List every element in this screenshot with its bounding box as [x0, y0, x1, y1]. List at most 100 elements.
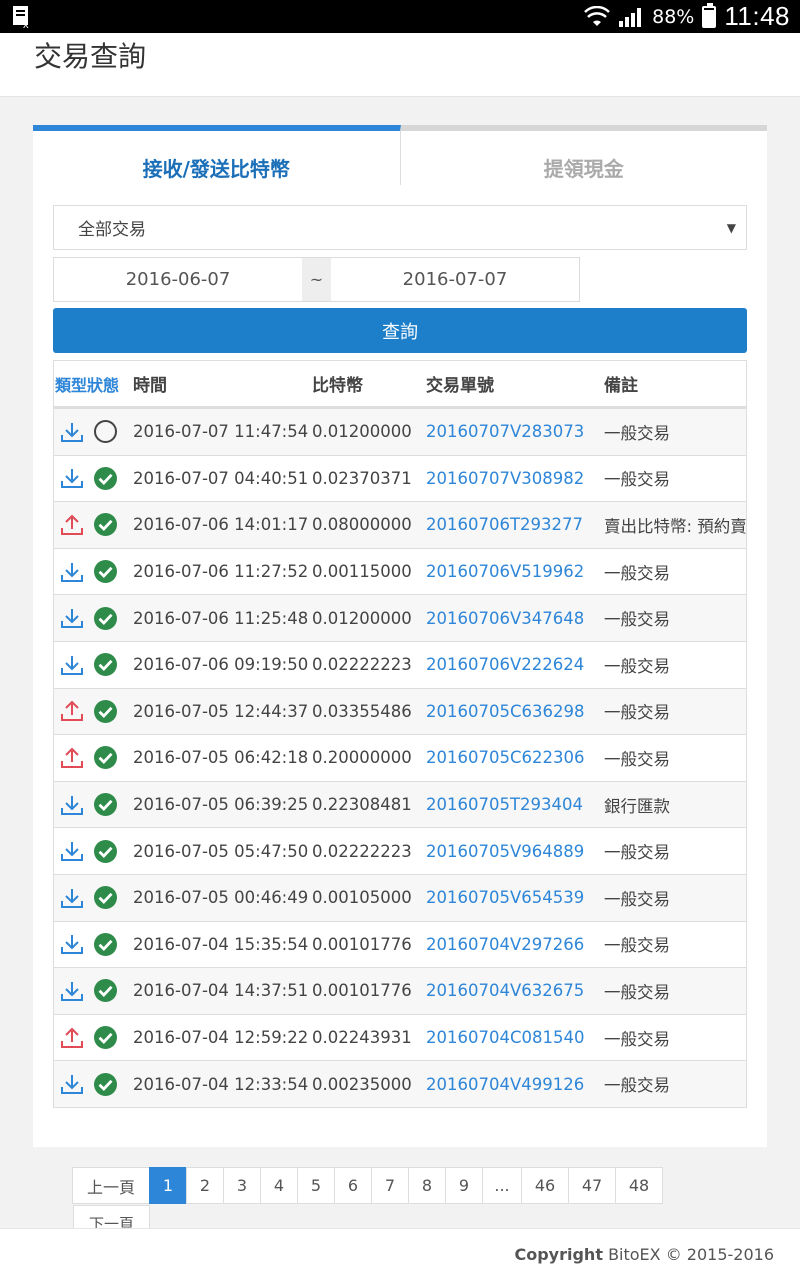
table-row[interactable]: 2016-07-04 14:37:51 0.00101776 20160704V63…: [54, 967, 746, 1014]
transaction-panel: 接收/發送比特幣 提領現金 全部交易 ▼ 2016-06-07 ~ 2016-0…: [33, 125, 767, 1147]
table-row[interactable]: 2016-07-06 09:19:50 0.02222223 20160706V22…: [54, 640, 746, 688]
page-button-8[interactable]: 8: [408, 1167, 446, 1204]
order-number-link[interactable]: 20160705C622306: [426, 748, 604, 767]
table-row[interactable]: 2016-07-05 00:46:49 0.00105000 20160705V65…: [54, 873, 746, 921]
page-title: 交易查詢: [34, 40, 147, 73]
footer: Copyright BitoEX © 2015-2016: [0, 1228, 800, 1280]
transaction-type-select[interactable]: 全部交易 ▼: [53, 205, 747, 250]
note-cell: 一般交易: [604, 749, 670, 769]
time-cell: 2016-07-07 04:40:51: [133, 468, 309, 488]
table-row[interactable]: 2016-07-05 05:47:50 0.02222223 20160705V96…: [54, 827, 746, 874]
table-row[interactable]: 2016-07-06 11:27:52 0.00115000 20160706V51…: [54, 547, 746, 595]
type-status-cell: [54, 652, 132, 677]
bitcoin-amount-cell: 0.01200000: [312, 422, 412, 442]
note-cell: 銀行匯款: [604, 796, 670, 816]
battery-icon: [702, 2, 717, 28]
order-number-link[interactable]: 20160704V297266: [426, 935, 604, 954]
col-order-number: 交易單號: [426, 376, 494, 396]
wifi-icon: [584, 5, 611, 26]
table-row[interactable]: 2016-07-07 11:47:54 0.01200000 20160707V28…: [54, 408, 746, 455]
page-button-2[interactable]: 2: [186, 1167, 224, 1204]
bitcoin-amount-cell: 0.00115000: [312, 562, 412, 582]
time-cell: 2016-07-05 05:47:50: [133, 841, 309, 861]
check-circle-icon: [94, 932, 117, 956]
page-button-48[interactable]: 48: [615, 1167, 663, 1204]
check-circle-icon: [94, 560, 117, 584]
order-number-link[interactable]: 20160705V654539: [426, 888, 604, 907]
order-number-link[interactable]: 20160704V499126: [426, 1075, 604, 1094]
page-button-5[interactable]: 5: [297, 1167, 335, 1204]
prev-page-button[interactable]: 上一頁: [72, 1167, 150, 1204]
table-row[interactable]: 2016-07-06 14:01:17 0.08000000 20160706T29…: [54, 501, 746, 548]
page-header: 交易查詢: [0, 33, 800, 97]
table-row[interactable]: 2016-07-04 12:59:22 0.02243931 20160704C08…: [54, 1013, 746, 1061]
table-row[interactable]: 2016-07-04 12:33:54 0.00235000 20160704V49…: [54, 1060, 746, 1107]
time-cell: 2016-07-04 15:35:54: [133, 934, 309, 954]
page-button-1[interactable]: 1: [149, 1167, 187, 1204]
download-icon: [61, 981, 83, 1001]
bitcoin-amount-cell: 0.03355486: [312, 701, 412, 721]
page-button-4[interactable]: 4: [260, 1167, 298, 1204]
order-number-link[interactable]: 20160705V964889: [426, 842, 604, 861]
bitcoin-amount-cell: 0.00101776: [312, 981, 412, 1001]
bitcoin-amount-cell: 0.01200000: [312, 608, 412, 628]
table-row[interactable]: 2016-07-05 06:39:25 0.22308481 20160705T29…: [54, 780, 746, 828]
signal-icon: [619, 7, 642, 27]
bitcoin-amount-cell: 0.20000000: [312, 748, 412, 768]
type-status-cell: [54, 1025, 132, 1050]
type-status-cell: [54, 559, 132, 584]
tab-cash-withdrawal[interactable]: 提領現金: [400, 125, 767, 185]
time-cell: 2016-07-06 11:25:48: [133, 608, 309, 628]
tab-bitcoin-transfer[interactable]: 接收/發送比特幣: [33, 125, 401, 185]
date-to-input[interactable]: 2016-07-07: [330, 258, 580, 301]
order-number-link[interactable]: 20160706V222624: [426, 655, 604, 674]
order-number-link[interactable]: 20160706V347648: [426, 609, 604, 628]
col-time: 時間: [133, 376, 167, 396]
table-header: 類型狀態 時間 比特幣 交易單號 備註: [54, 361, 746, 408]
check-circle-icon: [94, 653, 117, 677]
note-cell: 一般交易: [604, 1029, 670, 1049]
order-number-link[interactable]: 20160706V519962: [426, 562, 604, 581]
upload-icon: [61, 700, 83, 722]
page-button-9[interactable]: 9: [445, 1167, 483, 1204]
type-status-cell: [54, 466, 132, 491]
type-status-cell: [54, 885, 132, 910]
page-button-46[interactable]: 46: [521, 1167, 569, 1204]
table-row[interactable]: 2016-07-05 06:42:18 0.20000000 20160705C62…: [54, 734, 746, 781]
table-row[interactable]: 2016-07-05 12:44:37 0.03355486 20160705C63…: [54, 687, 746, 735]
order-number-link[interactable]: 20160707V283073: [426, 422, 604, 441]
download-icon: [61, 562, 83, 582]
page-button-6[interactable]: 6: [334, 1167, 372, 1204]
query-button[interactable]: 查詢: [53, 308, 747, 353]
transaction-type-value: 全部交易: [78, 220, 146, 240]
note-cell: 一般交易: [604, 843, 670, 863]
order-number-link[interactable]: 20160705T293404: [426, 795, 604, 814]
note-cell: 一般交易: [604, 563, 670, 583]
order-number-link[interactable]: 20160707V308982: [426, 469, 604, 488]
bitcoin-amount-cell: 0.08000000: [312, 515, 412, 535]
download-icon: [61, 609, 83, 629]
note-cell: 賣出比特幣: 預約賣: [604, 516, 746, 536]
page-button-3[interactable]: 3: [223, 1167, 261, 1204]
type-status-cell: [54, 839, 132, 864]
order-number-link[interactable]: 20160705C636298: [426, 702, 604, 721]
col-type-status[interactable]: 類型狀態: [54, 372, 132, 396]
table-row[interactable]: 2016-07-07 04:40:51 0.02370371 20160707V30…: [54, 454, 746, 502]
table-row[interactable]: 2016-07-04 15:35:54 0.00101776 20160704V29…: [54, 920, 746, 968]
order-number-link[interactable]: 20160706T293277: [426, 515, 604, 534]
table-row[interactable]: 2016-07-06 11:25:48 0.01200000 20160706V34…: [54, 594, 746, 641]
time-cell: 2016-07-06 11:27:52: [133, 562, 309, 582]
type-status-cell: [54, 978, 132, 1003]
time-cell: 2016-07-06 09:19:50: [133, 655, 309, 675]
order-number-link[interactable]: 20160704V632675: [426, 981, 604, 1000]
page-button-47[interactable]: 47: [568, 1167, 616, 1204]
check-circle-icon: [94, 1072, 117, 1096]
order-number-link[interactable]: 20160704C081540: [426, 1028, 604, 1047]
date-from-input[interactable]: 2016-06-07: [54, 258, 303, 301]
note-cell: 一般交易: [604, 610, 670, 630]
upload-icon: [61, 747, 83, 768]
type-status-cell: [54, 699, 132, 724]
page-button-7[interactable]: 7: [371, 1167, 409, 1204]
note-cell: 一般交易: [604, 936, 670, 956]
download-icon: [61, 935, 83, 955]
